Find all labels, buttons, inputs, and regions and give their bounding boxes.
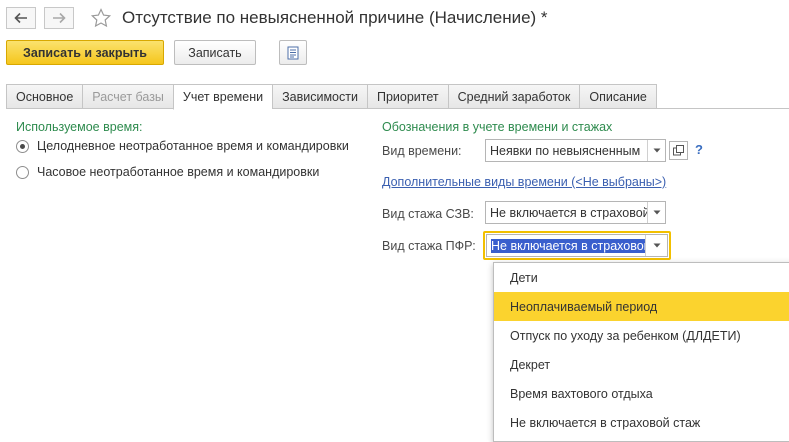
tab-bar: Основное Расчет базы Учет времени Зависи… [6,84,657,110]
szv-select[interactable]: Не включается в страховой [485,201,666,224]
document-list-icon [287,46,299,59]
tab-dependencies[interactable]: Зависимости [272,84,367,109]
time-type-value: Неявки по невыясненным [490,143,641,158]
pfr-dropdown-button[interactable] [645,235,667,256]
back-button[interactable] [6,7,36,29]
forward-button[interactable] [44,7,74,29]
arrow-right-icon [53,12,66,24]
save-and-close-button[interactable]: Записать и закрыть [6,40,164,65]
radio-hourly[interactable]: Часовое неотработанное время и командиро… [16,165,319,179]
additional-time-types-link[interactable]: Дополнительные виды времени (<Не выбраны… [382,175,666,189]
tab-average-earnings[interactable]: Средний заработок [447,84,580,109]
tab-description[interactable]: Описание [579,84,657,109]
dropdown-item-shift-rest[interactable]: Время вахтового отдыха [494,379,789,408]
tab-priority[interactable]: Приоритет [366,84,448,109]
help-icon[interactable]: ? [695,142,703,157]
dropdown-item-children[interactable]: Дети [494,263,789,292]
dropdown-item-not-included[interactable]: Не включается в страховой стаж [494,408,789,437]
tab-time-accounting[interactable]: Учет времени [172,84,273,110]
time-type-select[interactable]: Неявки по невыясненным [485,139,666,162]
save-button[interactable]: Записать [174,40,256,65]
window-title: Отсутствие по невыясненной причине (Начи… [122,8,548,27]
pfr-value[interactable]: Не включается в страховой [487,238,645,253]
radio-full-day[interactable]: Целодневное неотработанное время и коман… [16,139,349,153]
open-form-icon [673,145,684,156]
radio-hourly-label: Часовое неотработанное время и командиро… [37,165,320,179]
szv-label: Вид стажа СЗВ: [382,207,474,221]
radio-full-day-indicator[interactable] [16,139,29,153]
star-icon [90,8,112,28]
dropdown-item-childcare-leave[interactable]: Отпуск по уходу за ребенком (ДЛДЕТИ) [494,321,789,350]
arrow-left-icon [14,12,27,24]
dropdown-item-maternity[interactable]: Декрет [494,350,789,379]
favorite-button[interactable] [90,7,112,29]
document-list-button[interactable] [279,40,307,65]
dropdown-item-unpaid-period[interactable]: Неоплачиваемый период [494,292,789,321]
chevron-down-icon [653,148,660,153]
time-type-label: Вид времени: [382,144,462,158]
radio-hourly-indicator[interactable] [16,165,29,179]
chevron-down-icon [653,210,660,215]
radio-full-day-label: Целодневное неотработанное время и коман… [37,139,349,153]
pfr-dropdown-list: Дети Неоплачиваемый период Отпуск по ухо… [493,262,789,442]
time-type-dropdown-button[interactable] [647,140,665,161]
time-used-title: Используемое время: [16,120,143,134]
chevron-down-icon [653,243,660,248]
szv-dropdown-button[interactable] [647,202,665,223]
tab-base-calculation[interactable]: Расчет базы [82,84,173,109]
pfr-select[interactable]: Не включается в страховой [486,234,668,257]
pfr-value-selection: Не включается в страховой [491,238,645,253]
pfr-label: Вид стажа ПФР: [382,239,476,253]
tab-main[interactable]: Основное [6,84,83,109]
designations-title: Обозначения в учете времени и стажах [382,120,613,134]
szv-value: Не включается в страховой [490,205,647,220]
time-type-open-button[interactable] [669,141,688,160]
